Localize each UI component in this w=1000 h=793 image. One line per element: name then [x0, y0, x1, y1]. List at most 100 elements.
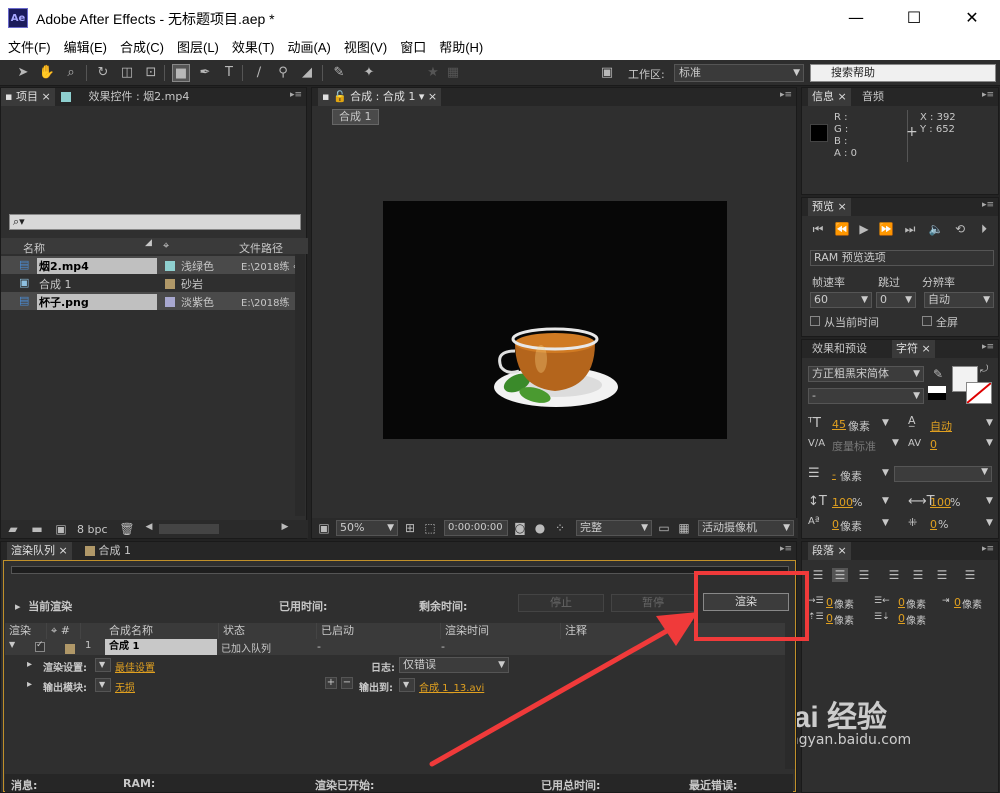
font-family-select[interactable]: 方正粗黑宋简体 ▼: [808, 366, 924, 382]
stroke-color-swatch[interactable]: [966, 382, 992, 404]
menu-help[interactable]: 帮助(H): [431, 36, 488, 60]
pan-behind-tool-icon[interactable]: ⊡: [142, 64, 160, 82]
chevron-down-icon[interactable]: ▼: [9, 640, 15, 649]
panel-menu-icon[interactable]: ▸≡: [982, 200, 994, 210]
align-right-icon[interactable]: ☰: [856, 568, 872, 582]
tab-effects-presets[interactable]: 效果和预设: [808, 340, 871, 358]
column-name[interactable]: 名称: [23, 240, 45, 256]
minimize-button[interactable]: —: [836, 6, 876, 30]
menu-view[interactable]: 视图(V): [336, 36, 392, 60]
roto-brush-tool-icon[interactable]: ✎: [330, 64, 348, 82]
chevron-down-icon[interactable]: ▼: [882, 518, 889, 528]
hand-tool-icon[interactable]: ✋: [38, 64, 56, 82]
loop-icon[interactable]: ⟲: [952, 222, 968, 236]
chevron-down-icon[interactable]: ▼: [882, 496, 889, 506]
composition-breadcrumb[interactable]: 合成 1: [332, 109, 379, 125]
menu-layer[interactable]: 图层(L): [169, 36, 224, 60]
align-left-icon[interactable]: ☰: [810, 568, 826, 582]
full-screen-checkbox[interactable]: [922, 316, 932, 326]
pen-tool-icon[interactable]: ✒: [196, 64, 214, 82]
column-comp-name[interactable]: 合成名称: [105, 623, 219, 639]
ram-preview-icon[interactable]: ⏵: [976, 222, 992, 237]
tracking-value[interactable]: 0: [930, 438, 937, 451]
expand-icon[interactable]: ▸: [27, 679, 32, 690]
transparency-grid-icon[interactable]: ▦: [676, 521, 692, 535]
tab-preview[interactable]: 预览 ×: [808, 198, 851, 216]
show-snapshot-icon[interactable]: ●: [532, 521, 548, 535]
snapshot-icon[interactable]: ◙: [512, 521, 528, 535]
tab-effect-controls[interactable]: 效果控件 : 烟2.mp4: [57, 88, 193, 106]
indent-left-value[interactable]: 0: [826, 596, 833, 609]
project-row[interactable]: ▣ 合成 1 砂岩: [1, 274, 296, 292]
project-row[interactable]: ▤ 烟2.mp4 浅绿色 E:\2018练: [1, 256, 296, 274]
render-queue-scrollbar[interactable]: [785, 639, 795, 769]
column-path[interactable]: 文件路径: [239, 240, 283, 256]
puppet-tool-icon[interactable]: ✦: [360, 64, 378, 82]
rectangle-tool-icon[interactable]: ■: [172, 64, 190, 82]
ram-preview-options[interactable]: RAM 预览选项: [810, 250, 994, 266]
eraser-tool-icon[interactable]: ◢: [298, 64, 316, 82]
column-render[interactable]: 渲染: [5, 623, 47, 639]
workspace-dropdown[interactable]: 标准 ▼: [674, 64, 804, 82]
new-composition-icon[interactable]: ▣: [53, 522, 69, 536]
rotate-tool-icon[interactable]: ↻: [94, 64, 112, 82]
from-current-checkbox[interactable]: [810, 316, 820, 326]
camera-tool-icon[interactable]: ◫: [118, 64, 136, 82]
panel-menu-icon[interactable]: ▸≡: [780, 544, 792, 554]
camera-dropdown[interactable]: 活动摄像机 ▼: [698, 520, 794, 536]
play-icon[interactable]: ▶: [856, 222, 872, 236]
tab-audio[interactable]: 音频: [858, 88, 888, 106]
tab-composition-timeline[interactable]: 合成 1: [81, 542, 135, 560]
column-status[interactable]: 状态: [219, 623, 317, 639]
add-output-module-button[interactable]: +: [325, 677, 337, 689]
clone-stamp-tool-icon[interactable]: ⚲: [274, 64, 292, 82]
tab-info[interactable]: 信息 ×: [808, 88, 851, 106]
menu-window[interactable]: 窗口: [392, 36, 431, 60]
tsume-value[interactable]: 0: [930, 518, 937, 531]
selection-tool-icon[interactable]: ➤: [14, 64, 32, 82]
interpret-footage-icon[interactable]: ▰: [5, 522, 21, 536]
previous-frame-icon[interactable]: ⏪: [834, 222, 850, 236]
leading-value[interactable]: 自动: [930, 418, 952, 434]
menu-edit[interactable]: 编辑(E): [56, 36, 112, 60]
help-search-input[interactable]: 搜索帮助: [810, 64, 996, 82]
resolution-dropdown[interactable]: 完整 ▼: [576, 520, 652, 536]
project-row[interactable]: ▤ 杯子.png 淡紫色 E:\2018练: [1, 292, 296, 310]
kerning-value[interactable]: 度量标准: [832, 438, 876, 454]
render-settings-value[interactable]: 最佳设置: [115, 659, 155, 674]
menu-composition[interactable]: 合成(C): [112, 36, 169, 60]
indent-right-value[interactable]: 0: [898, 596, 905, 609]
render-settings-dropdown[interactable]: ▼: [95, 658, 111, 672]
chevron-down-icon[interactable]: ▼: [882, 468, 889, 478]
swap-colors-icon[interactable]: ⤾: [980, 364, 988, 375]
close-button[interactable]: ✕: [952, 6, 992, 30]
expand-icon[interactable]: ▸: [27, 659, 32, 670]
project-scrollbar[interactable]: [295, 254, 305, 516]
chevron-down-icon[interactable]: ▼: [986, 496, 993, 506]
menu-file[interactable]: 文件(F): [0, 36, 56, 60]
audio-icon[interactable]: 🔈: [928, 222, 944, 236]
fit-icon[interactable]: ⊞: [402, 521, 418, 535]
chevron-down-icon[interactable]: ▼: [892, 438, 899, 448]
font-size-value[interactable]: 45: [832, 418, 846, 431]
justify-right-icon[interactable]: ☰: [934, 568, 950, 582]
zoom-tool-icon[interactable]: ⌕: [62, 64, 80, 82]
workspace-icon[interactable]: ▣: [598, 64, 616, 82]
chevron-down-icon[interactable]: ▼: [882, 418, 889, 428]
resolution-select[interactable]: 自动 ▼: [924, 292, 994, 308]
horizontal-scale-value[interactable]: 100: [930, 496, 951, 509]
project-search-input[interactable]: ⌕▾: [9, 214, 301, 230]
vertical-scale-value[interactable]: 100: [832, 496, 853, 509]
row-comp-name[interactable]: 合成 1: [105, 639, 217, 655]
tab-paragraph[interactable]: 段落 ×: [808, 542, 851, 560]
stroke-style-select[interactable]: ▼: [894, 466, 992, 482]
next-frame-icon[interactable]: ⏩: [878, 222, 894, 236]
stroke-width-value[interactable]: -: [832, 468, 836, 481]
zoom-dropdown[interactable]: 50% ▼: [336, 520, 398, 536]
panel-menu-icon[interactable]: ▸≡: [982, 544, 994, 554]
justify-left-icon[interactable]: ☰: [886, 568, 902, 582]
remove-output-module-button[interactable]: −: [341, 677, 353, 689]
baseline-shift-value[interactable]: 0: [832, 518, 839, 531]
trash-icon[interactable]: 🗑: [119, 522, 135, 536]
composition-viewer[interactable]: [383, 201, 727, 439]
